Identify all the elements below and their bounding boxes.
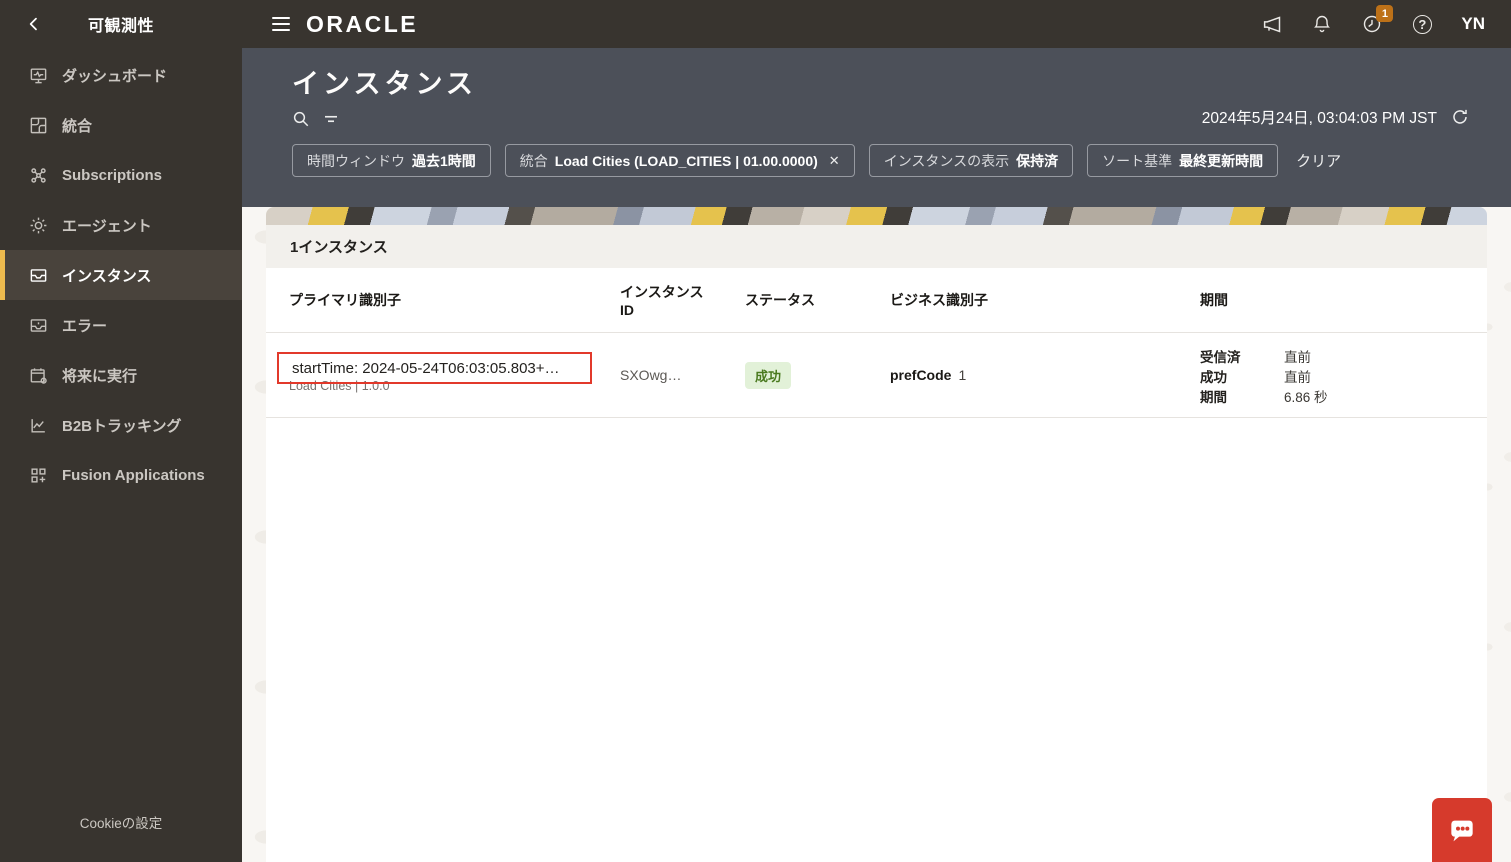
column-header-instance-id: インスタンスID <box>620 282 745 318</box>
recent-activity-button[interactable]: 1 <box>1361 13 1383 35</box>
cookie-settings-link[interactable]: Cookieの設定 <box>0 812 242 832</box>
errors-icon <box>28 315 48 335</box>
sidebar-item-label: Fusion Applications <box>62 467 205 484</box>
duration-cell: 受信済 直前 成功 直前 期間 6.86 秒 <box>1200 333 1487 417</box>
instance-id-cell: SXOwg… <box>620 333 745 417</box>
topbar: ORACLE 1 ? YN <box>242 0 1511 48</box>
business-identifier-value: 1 <box>958 367 966 383</box>
topbar-actions: 1 ? YN <box>1261 13 1485 35</box>
chat-bubble-icon <box>1446 814 1478 846</box>
duration-row-received: 受信済 直前 <box>1200 348 1487 368</box>
duration-row-succeeded: 成功 直前 <box>1200 368 1487 388</box>
page-header: インスタンス 2024年5月24日, 03:04:03 PM JST 時間ウィン… <box>242 48 1511 207</box>
remove-filter-icon[interactable]: ✕ <box>829 153 840 169</box>
instance-count-header: 1インスタンス <box>266 225 1487 268</box>
sidebar: 可観測性 ダッシュボード 統合 Subscriptions <box>0 0 242 862</box>
b2b-tracking-icon <box>28 415 48 435</box>
agents-icon <box>28 215 48 235</box>
subscriptions-icon <box>28 165 48 185</box>
sidebar-item-b2b-tracking[interactable]: B2Bトラッキング <box>0 400 242 450</box>
sidebar-item-label: B2Bトラッキング <box>62 415 182 436</box>
annotation-highlight-box: startTime: 2024-05-24T06:03:05.803+… <box>277 352 592 384</box>
timestamp-row: 2024年5月24日, 03:04:03 PM JST <box>1202 106 1469 128</box>
filter-chip-sort-by[interactable]: ソート基準 最終更新時間 <box>1087 144 1278 177</box>
instances-icon <box>28 265 48 285</box>
fusion-apps-icon <box>28 465 48 485</box>
sidebar-item-label: ダッシュボード <box>62 65 167 86</box>
decorative-banner <box>266 207 1487 225</box>
app-root: 可観測性 ダッシュボード 統合 Subscriptions <box>0 0 1511 862</box>
help-button[interactable]: ? <box>1411 13 1433 35</box>
integrations-icon <box>28 115 48 135</box>
sidebar-item-agents[interactable]: エージェント <box>0 200 242 250</box>
column-header-business-identifier: ビジネス識別子 <box>890 290 1200 310</box>
primary-identifier-value[interactable]: startTime: 2024-05-24T06:03:05.803+… <box>292 360 560 377</box>
search-filter-row <box>292 110 340 128</box>
business-identifier-name: prefCode <box>890 367 951 383</box>
clear-filters-link[interactable]: クリア <box>1296 150 1341 171</box>
filter-chip-time-window[interactable]: 時間ウィンドウ 過去1時間 <box>292 144 491 177</box>
table-row[interactable]: startTime: 2024-05-24T06:03:05.803+… Loa… <box>266 333 1487 418</box>
table-header-row: プライマリ識別子 インスタンスID ステータス ビジネス識別子 期間 <box>266 268 1487 333</box>
column-header-status: ステータス <box>745 290 890 310</box>
last-refresh-timestamp: 2024年5月24日, 03:04:03 PM JST <box>1202 106 1437 128</box>
search-icon[interactable] <box>292 110 310 128</box>
chevron-left-icon <box>26 16 42 32</box>
help-icon: ? <box>1413 15 1432 34</box>
sidebar-item-integrations[interactable]: 統合 <box>0 100 242 150</box>
sidebar-item-errors[interactable]: エラー <box>0 300 242 350</box>
oracle-logo[interactable]: ORACLE <box>306 11 418 38</box>
refresh-icon[interactable] <box>1451 108 1469 126</box>
content-area: 1インスタンス プライマリ識別子 インスタンスID ステータス ビジネス識別子 … <box>242 207 1511 862</box>
sidebar-item-dashboard[interactable]: ダッシュボード <box>0 50 242 100</box>
sidebar-item-label: 将来に実行 <box>62 365 137 386</box>
bell-icon <box>1312 14 1332 34</box>
sidebar-item-label: エラー <box>62 315 107 336</box>
status-cell: 成功 <box>745 333 890 417</box>
filter-icon[interactable] <box>322 110 340 128</box>
sidebar-item-label: 統合 <box>62 115 92 136</box>
megaphone-icon <box>1262 14 1283 35</box>
column-header-primary-identifier: プライマリ識別子 <box>266 290 620 310</box>
activity-count-badge: 1 <box>1376 5 1393 22</box>
duration-row-duration: 期間 6.86 秒 <box>1200 388 1487 408</box>
business-identifier-cell: prefCode 1 <box>890 333 1200 417</box>
column-header-duration: 期間 <box>1200 290 1487 310</box>
instance-id-value: SXOwg… <box>620 367 681 383</box>
future-runs-icon <box>28 365 48 385</box>
sidebar-nav: ダッシュボード 統合 Subscriptions エージェント <box>0 50 242 500</box>
filter-chips-row: 時間ウィンドウ 過去1時間 統合 Load Cities (LOAD_CITIE… <box>292 144 1341 177</box>
hamburger-menu-icon[interactable] <box>272 17 290 31</box>
sidebar-item-label: インスタンス <box>62 265 151 286</box>
sidebar-item-future-runs[interactable]: 将来に実行 <box>0 350 242 400</box>
notifications-button[interactable] <box>1311 13 1333 35</box>
primary-identifier-cell: startTime: 2024-05-24T06:03:05.803+… Loa… <box>266 333 620 417</box>
status-badge: 成功 <box>745 362 791 389</box>
dashboard-icon <box>28 65 48 85</box>
announcements-button[interactable] <box>1261 13 1283 35</box>
sidebar-item-label: Subscriptions <box>62 167 162 184</box>
sidebar-item-label: エージェント <box>62 215 152 236</box>
sidebar-item-instances[interactable]: インスタンス <box>0 250 242 300</box>
chat-fab-button[interactable] <box>1432 798 1492 862</box>
page-title: インスタンス <box>292 62 477 101</box>
user-avatar[interactable]: YN <box>1461 14 1485 34</box>
sidebar-item-fusion-applications[interactable]: Fusion Applications <box>0 450 242 500</box>
filter-chip-integration[interactable]: 統合 Load Cities (LOAD_CITIES | 01.00.0000… <box>505 144 855 177</box>
sidebar-item-subscriptions[interactable]: Subscriptions <box>0 150 242 200</box>
filter-chip-instance-display[interactable]: インスタンスの表示 保持済 <box>869 144 1073 177</box>
duration-grid: 受信済 直前 成功 直前 期間 6.86 秒 <box>1200 333 1487 408</box>
instances-card: 1インスタンス プライマリ識別子 インスタンスID ステータス ビジネス識別子 … <box>266 225 1487 862</box>
sidebar-header: 可観測性 <box>0 0 242 48</box>
back-button[interactable] <box>22 12 46 36</box>
